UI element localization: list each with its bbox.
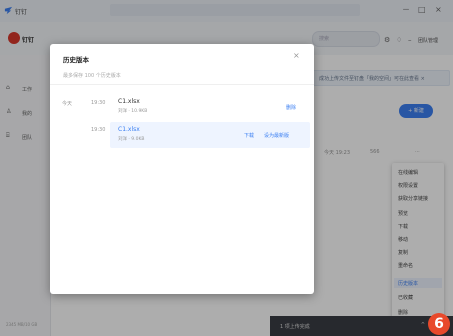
delete-version-link[interactable]: 删除 [286, 104, 296, 111]
version-date: 今天 [62, 101, 73, 107]
version-file-name: C1.xlsx [118, 98, 140, 105]
version-time: 19:30 [91, 100, 106, 106]
dialog-title: 历史版本 [63, 56, 89, 64]
version-file-name: C1.xlsx [118, 126, 140, 133]
set-latest-version-link[interactable]: 设为最新版 [264, 132, 289, 139]
close-icon[interactable]: × [293, 51, 300, 60]
dialog-subtitle: 最多保存 100 个历史版本 [63, 73, 121, 79]
step-number-badge: 6 [428, 313, 450, 335]
version-time: 19:30 [91, 127, 106, 133]
version-meta: 刘洋 · 10.9KB [118, 109, 148, 114]
download-version-link[interactable]: 下载 [244, 132, 254, 139]
version-meta: 刘洋 · 9.0KB [118, 137, 145, 142]
version-row[interactable]: C1.xlsx 刘洋 · 9.0KB 下载 设为最新版 [110, 122, 310, 148]
divider [50, 84, 314, 85]
version-row[interactable]: C1.xlsx 刘洋 · 10.9KB 删除 [110, 96, 310, 118]
history-versions-dialog: 历史版本 × 最多保存 100 个历史版本 今天 19:30 C1.xlsx 刘… [50, 44, 314, 294]
